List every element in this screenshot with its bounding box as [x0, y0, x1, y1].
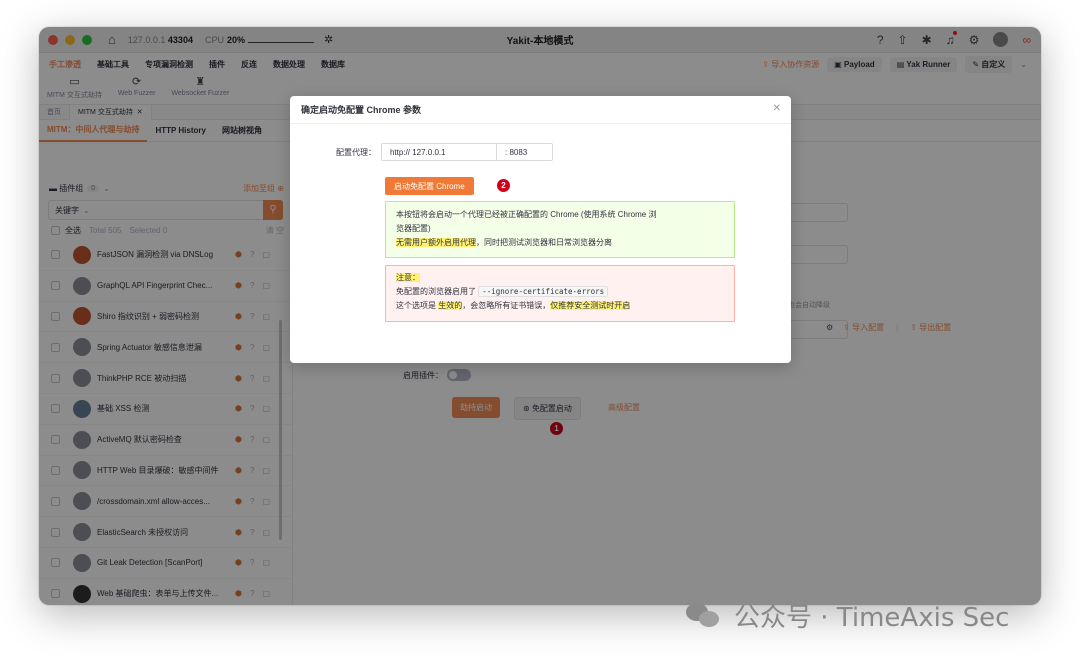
proxy-port-input[interactable]: : 8083	[497, 143, 553, 161]
watermark: 公众号 · TimeAxis Sec	[686, 597, 1009, 634]
proxy-row: 配置代理： http:// 127.0.0.1 : 8083	[336, 143, 553, 161]
wechat-icon	[686, 602, 720, 629]
proxy-label: 配置代理：	[336, 147, 376, 157]
app-window: ⌂ 127.0.0.1 43304 CPU 20% ✲ Yakit-本地模式 ? …	[39, 27, 1041, 605]
annotation-badge-2: 2	[497, 179, 510, 192]
modal-title: 确定启动免配置 Chrome 参数	[301, 105, 422, 115]
modal-header: 确定启动免配置 Chrome 参数 ✕	[290, 96, 791, 124]
launch-chrome-button[interactable]: 启动免配置 Chrome	[385, 177, 474, 195]
warning-title: 注意：	[396, 273, 420, 282]
info-highlight: 无需用户额外启用代理	[396, 238, 476, 247]
chrome-config-modal: 确定启动免配置 Chrome 参数 ✕ 配置代理： http:// 127.0.…	[290, 96, 791, 363]
close-icon[interactable]: ✕	[773, 103, 781, 114]
flag-code: --ignore-certificate-errors	[478, 286, 609, 297]
info-box: 本按钮将会启动一个代理已经被正确配置的 Chrome (使用系统 Chrome …	[385, 201, 735, 258]
warning-box: 注意： 免配置的浏览器启用了 --ignore-certificate-erro…	[385, 265, 735, 322]
proxy-host-input[interactable]: http:// 127.0.0.1	[381, 143, 497, 161]
